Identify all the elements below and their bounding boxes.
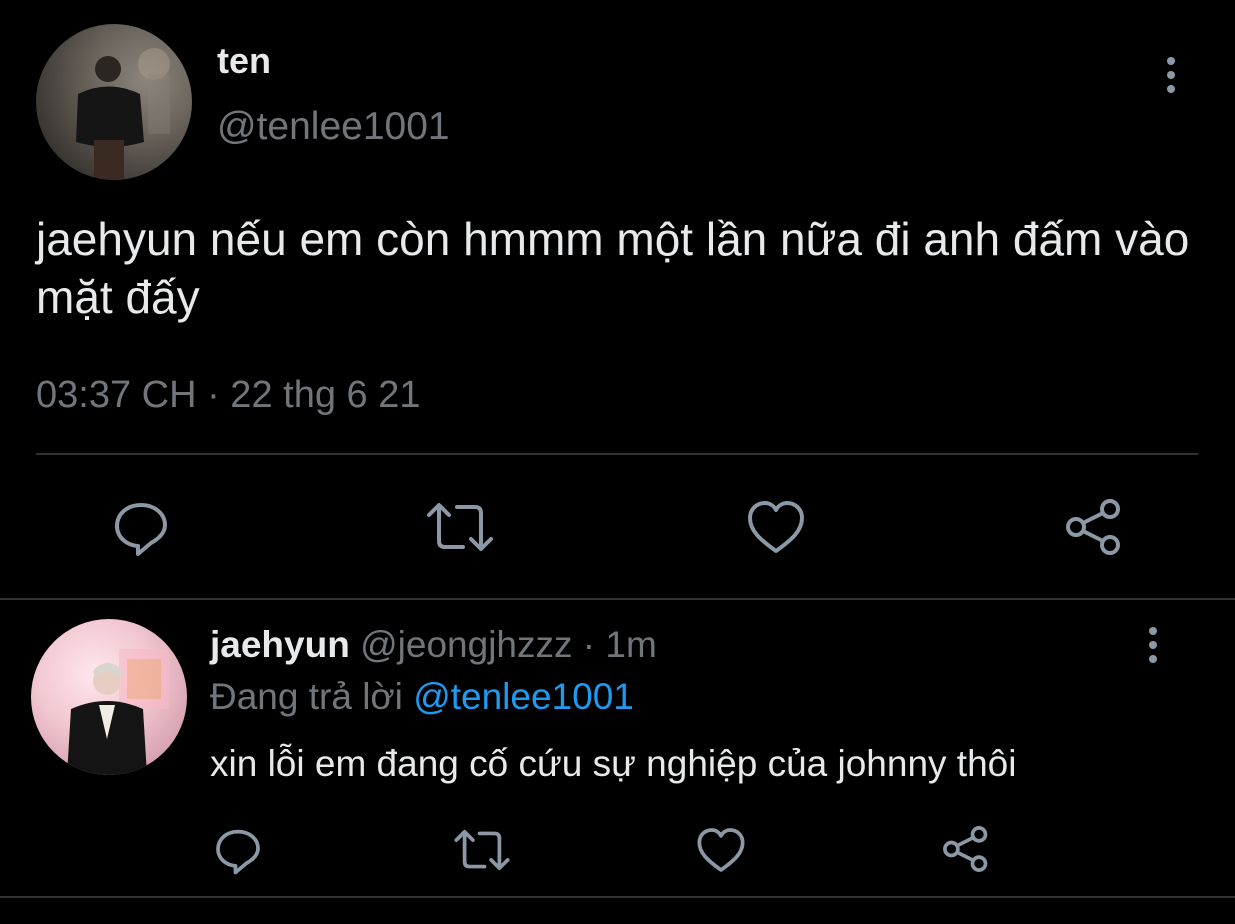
tweet-text: xin lỗi em đang cố cứu sự nghiệp của joh… xyxy=(210,743,1017,784)
author-name[interactable]: ten xyxy=(217,40,271,82)
tweet-timestamp[interactable]: 03:37 CH · 22 thg 6 21 xyxy=(36,374,420,417)
more-options-icon[interactable] xyxy=(1156,55,1186,95)
avatar-photo xyxy=(67,649,169,775)
author-name[interactable]: jaehyun xyxy=(210,624,350,665)
tweet-text: jaehyun nếu em còn hmmm một lần nữa đi a… xyxy=(36,213,1190,323)
share-icon[interactable] xyxy=(1062,495,1126,559)
divider xyxy=(0,598,1235,600)
author-handle[interactable]: @tenlee1001 xyxy=(217,105,450,149)
avatar[interactable] xyxy=(31,619,187,775)
divider xyxy=(0,896,1235,898)
main-tweet: ten @tenlee1001 jaehyun nếu em còn hmmm … xyxy=(0,0,1235,600)
avatar-photo xyxy=(76,48,170,180)
reply-icon[interactable] xyxy=(111,497,171,557)
mention-link[interactable]: @tenlee1001 xyxy=(413,676,634,717)
like-icon[interactable] xyxy=(745,497,807,557)
share-icon[interactable] xyxy=(940,823,992,875)
replying-to: Đang trả lời @tenlee1001 xyxy=(210,676,634,718)
tweet-time[interactable]: 1m xyxy=(605,624,656,665)
divider xyxy=(36,453,1198,455)
avatar[interactable] xyxy=(36,24,192,180)
more-options-icon[interactable] xyxy=(1138,625,1168,665)
like-icon[interactable] xyxy=(695,825,747,875)
separator: · xyxy=(572,624,606,665)
replying-prefix: Đang trả lời xyxy=(210,676,414,717)
reply-icon[interactable] xyxy=(213,825,263,875)
retweet-icon[interactable] xyxy=(453,826,511,874)
author-handle[interactable]: @jeongjhzzz xyxy=(360,624,572,665)
retweet-icon[interactable] xyxy=(425,499,495,555)
reply-header: jaehyun @jeongjhzzz · 1m xyxy=(210,624,657,666)
